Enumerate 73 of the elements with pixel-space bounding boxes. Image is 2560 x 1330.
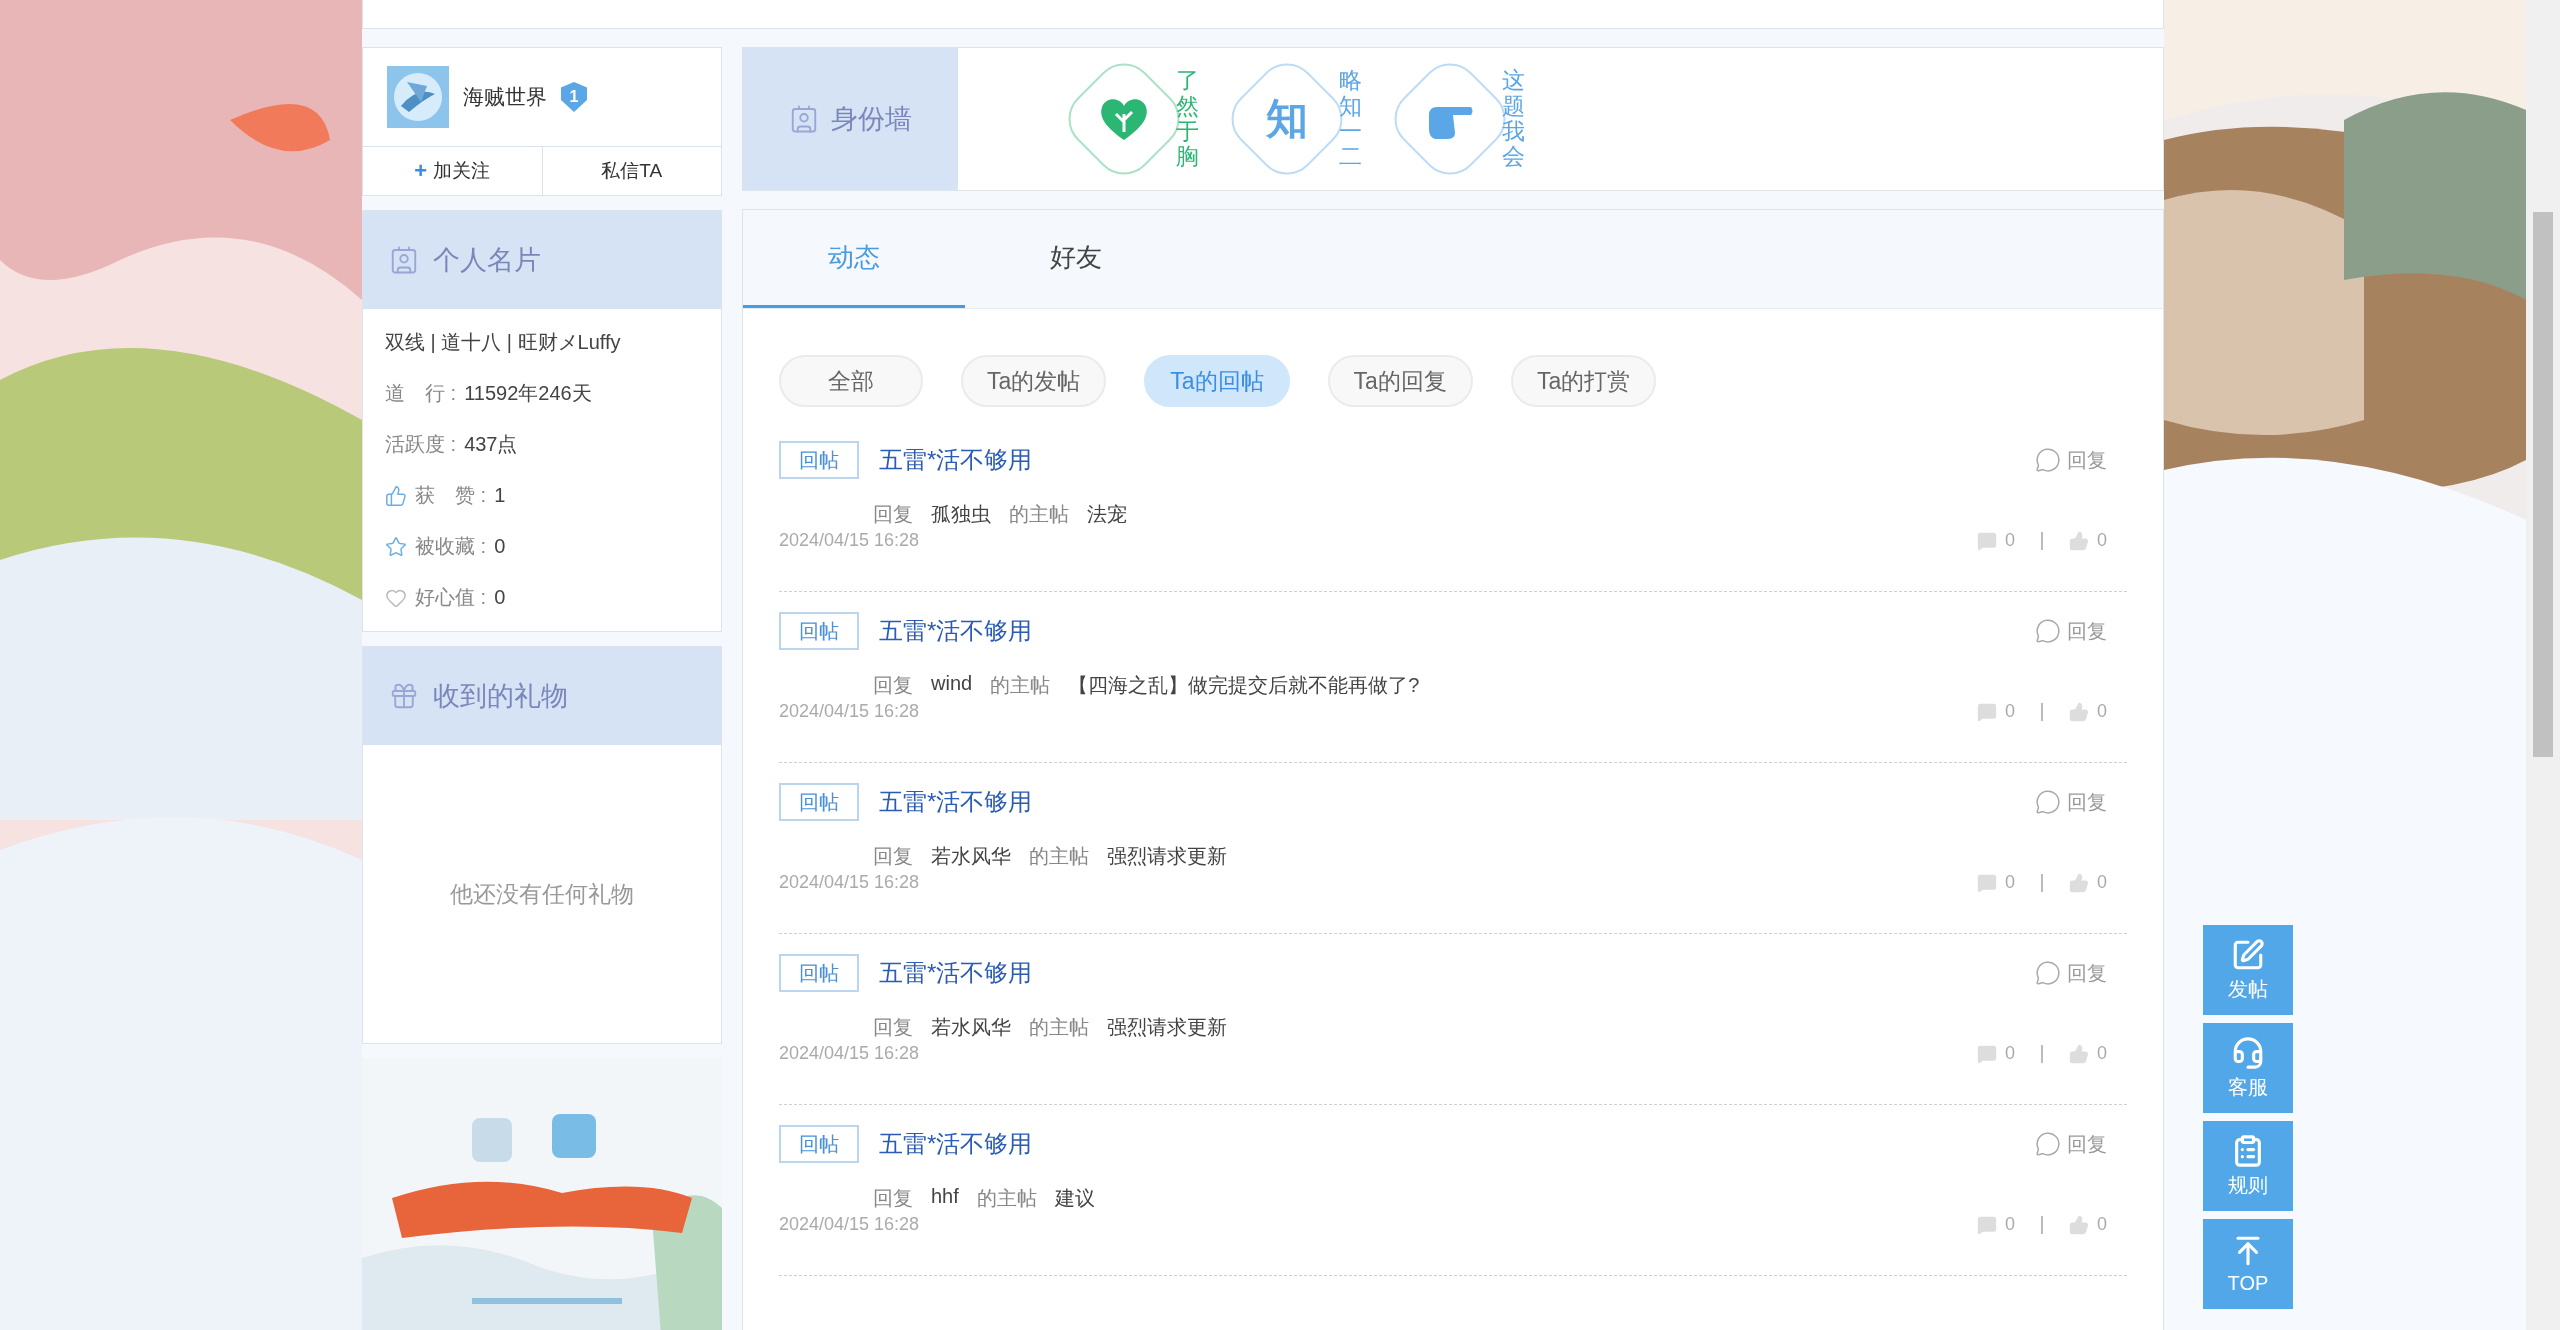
badge-label: 这题我会 (1502, 68, 1525, 170)
stat-value: 1 (494, 484, 506, 507)
like-count: 0 (2097, 530, 2107, 551)
post-date: 2024/04/15 16:28 (779, 701, 921, 722)
comment-count: 0 (2004, 1043, 2015, 1064)
user-name: 海贼世界 (463, 84, 547, 110)
stat-label: 道 行 : (385, 381, 457, 406)
filter-pill[interactable]: Ta的发帖 (961, 355, 1107, 407)
stat-value: 11592年246天 (464, 381, 592, 406)
post-owner-label: 的主帖 (990, 673, 1051, 698)
comment-count: 0 (2004, 1214, 2015, 1235)
post-tag: 回帖 (779, 441, 859, 479)
post-title[interactable]: 五雷*活不够用 (879, 957, 2009, 989)
comment-count: 0 (2004, 701, 2015, 722)
reply-verb: 回复 (873, 1015, 913, 1040)
post-date: 2024/04/15 16:28 (779, 1043, 921, 1064)
comment-count: 0 (2004, 872, 2015, 893)
topic-link[interactable]: 强烈请求更新 (1107, 843, 1227, 870)
user-link[interactable]: 孤独虫 (931, 501, 991, 528)
post-date: 2024/04/15 16:28 (779, 530, 921, 551)
post-date: 2024/04/15 16:28 (779, 872, 921, 893)
stat-label: 好心值 : (415, 585, 487, 610)
post-tag: 回帖 (779, 783, 859, 821)
like-count: 0 (2097, 1214, 2107, 1235)
like-count: 0 (2097, 701, 2107, 722)
server-info: 双线 | 道十八 | 旺财メLuffy (385, 330, 622, 355)
filter-pill[interactable]: Ta的回复 (1327, 355, 1473, 407)
topic-link[interactable]: 【四海之乱】做完提交后就不能再做了? (1068, 672, 1420, 699)
topic-link[interactable]: 建议 (1054, 1185, 1095, 1212)
comment-count: 0 (2004, 530, 2015, 551)
user-link[interactable]: hhf (931, 1185, 959, 1212)
card-title: 收到的礼物 (433, 680, 568, 713)
reply-verb: 回复 (873, 673, 913, 698)
stat-label: 活跃度 : (385, 432, 457, 457)
topic-link[interactable]: 强烈请求更新 (1107, 1014, 1227, 1041)
topic-link[interactable]: 法宠 (1087, 501, 1127, 528)
empty-message: 他还没有任何礼物 (450, 879, 634, 909)
level-badge: 1 (561, 82, 587, 112)
post-owner-label: 的主帖 (1009, 502, 1069, 527)
like-count: 0 (2097, 872, 2107, 893)
reply-verb: 回复 (873, 844, 913, 869)
stat-value: 437点 (464, 432, 518, 457)
post-owner-label: 的主帖 (1029, 844, 1089, 869)
user-link[interactable]: 若水风华 (931, 843, 1011, 870)
stat-value: 0 (494, 535, 506, 558)
user-link[interactable]: 若水风华 (931, 1014, 1011, 1041)
post-owner-label: 的主帖 (976, 1186, 1037, 1211)
post-tag: 回帖 (779, 612, 859, 650)
filter-pill[interactable]: Ta的打赏 (1510, 355, 1657, 407)
follow-button[interactable]: + 加关注 (363, 147, 543, 195)
badge-glyph: 知 (1266, 94, 1308, 144)
message-button[interactable]: 私信TA (542, 147, 721, 195)
post-title[interactable]: 五雷*活不够用 (879, 786, 2009, 818)
post-tag: 回帖 (779, 1125, 859, 1163)
post-title[interactable]: 五雷*活不够用 (879, 615, 2009, 647)
post-tag: 回帖 (779, 954, 859, 992)
stat-label: 被收藏 : (415, 534, 487, 559)
wall-title: 身份墙 (831, 103, 912, 136)
post-title[interactable]: 五雷*活不够用 (879, 1128, 2009, 1160)
reply-verb: 回复 (873, 1186, 913, 1211)
stat-label: 获 赞 : (415, 483, 487, 508)
filter-pill[interactable]: 全部 (779, 355, 923, 407)
post-date: 2024/04/15 16:28 (779, 1214, 921, 1235)
post-title[interactable]: 五雷*活不够用 (879, 444, 2009, 476)
badge-label: 略知一二 (1339, 68, 1362, 170)
badge-label: 了然于胸 (1176, 68, 1199, 170)
card-title: 个人名片 (433, 244, 541, 277)
reply-verb: 回复 (873, 502, 913, 527)
user-link[interactable]: wind (931, 672, 973, 699)
stat-value: 0 (494, 586, 506, 609)
post-owner-label: 的主帖 (1029, 1015, 1089, 1040)
tab[interactable]: 好友 (965, 210, 1187, 308)
like-count: 0 (2097, 1043, 2107, 1064)
